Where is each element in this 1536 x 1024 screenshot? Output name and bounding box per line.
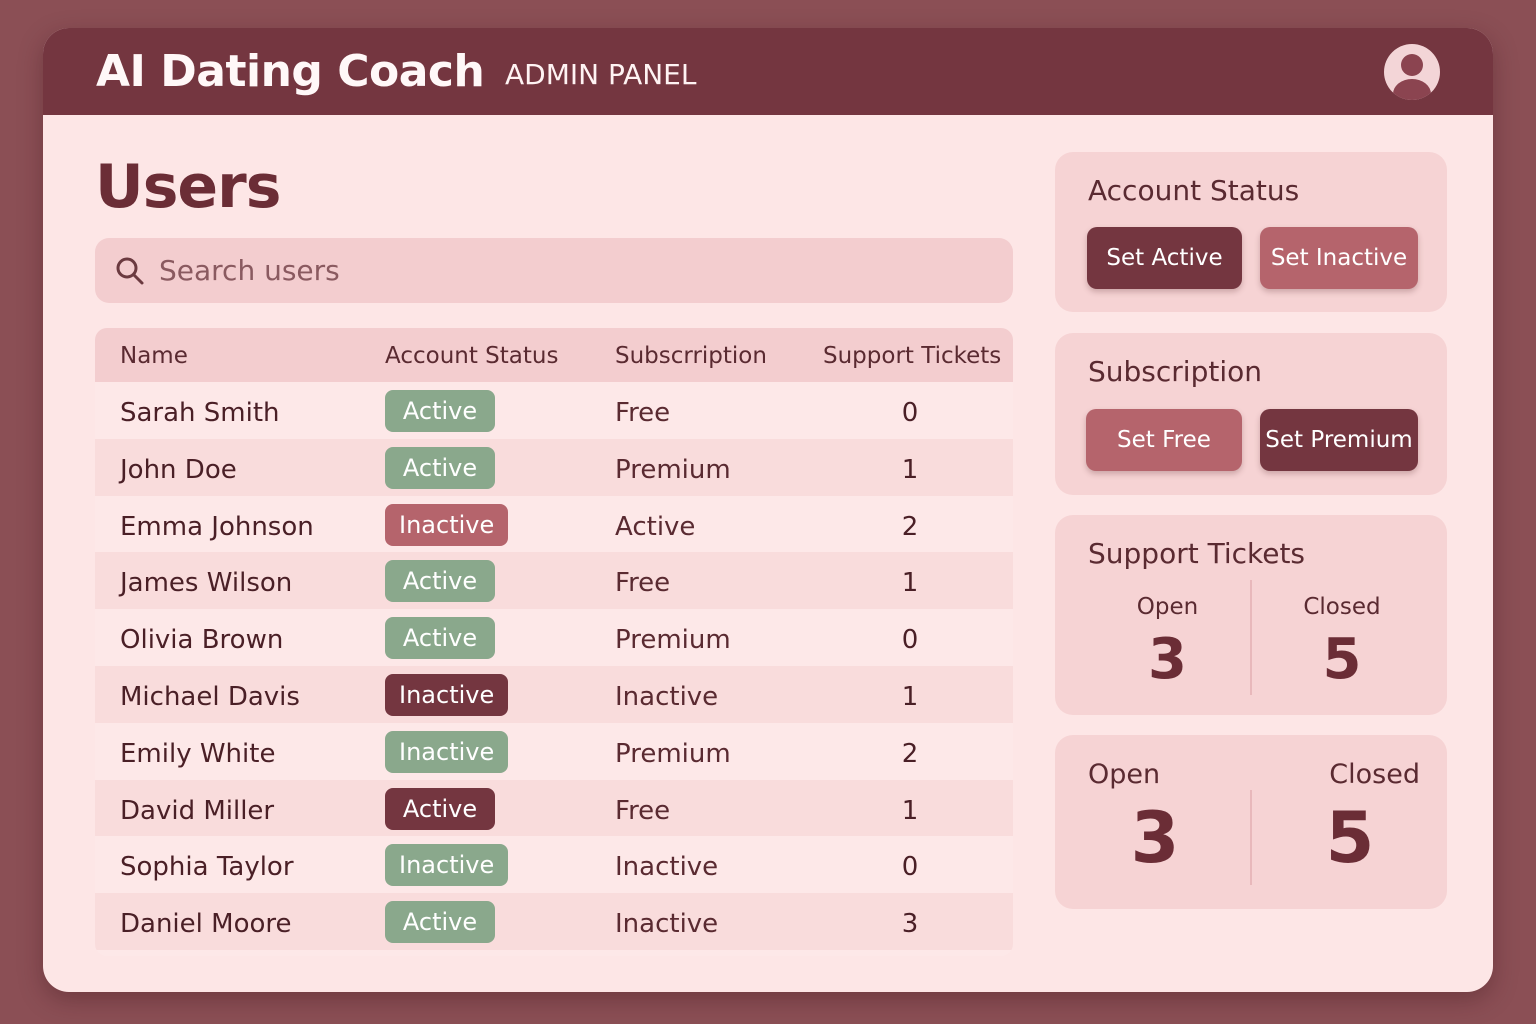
table-row[interactable]: John Doe Active Premium 1: [95, 438, 1013, 496]
search-icon: [116, 257, 144, 285]
summary-open-value: 3: [1130, 797, 1180, 879]
panel-label: ADMIN PANEL: [505, 58, 697, 91]
status-badge[interactable]: Inactive: [385, 730, 509, 773]
user-name: Emily White: [120, 738, 276, 769]
ticket-count: 1: [901, 454, 919, 485]
ticket-count: 1: [901, 681, 919, 712]
stat-divider: [1250, 580, 1252, 695]
set-active-button[interactable]: Set Active: [1087, 227, 1242, 289]
table-row[interactable]: Emma Johnson Inactive Active 2: [95, 495, 1013, 553]
table-row[interactable]: Olivia Brown Active Premium 0: [95, 609, 1013, 666]
table-row[interactable]: David Miller Active Free 1: [95, 779, 1013, 837]
user-name: Sarah Smith: [120, 398, 280, 428]
column-header-name[interactable]: Name: [120, 343, 188, 369]
subscription-value: Free: [615, 568, 671, 599]
set-inactive-button[interactable]: Set Inactive: [1260, 227, 1418, 289]
table-row[interactable]: Sophia Taylor Inactive Inactive 0: [95, 836, 1013, 894]
subscription-value: Premium: [615, 738, 731, 769]
summary-open-label: Open: [1088, 759, 1161, 790]
top-bar: AI Dating Coach ADMIN PANEL: [43, 28, 1493, 115]
ticket-count: 1: [901, 795, 919, 826]
status-badge[interactable]: Active: [385, 390, 495, 432]
status-badge[interactable]: Active: [385, 560, 495, 603]
subscription-value: Inactive: [615, 909, 719, 940]
table-body: Sarah Smith Active Free 0 John Doe Active Prem…: [95, 382, 1013, 950]
avatar-body: [1393, 79, 1431, 100]
page-title: Users: [95, 152, 281, 222]
table-row[interactable]: Daniel Moore Active Inactive 3: [95, 893, 1013, 950]
summary-divider: [1250, 790, 1252, 885]
status-badge[interactable]: Inactive: [385, 503, 509, 546]
subscription-title: Subscription: [1088, 355, 1262, 388]
subscription-value: Premium: [615, 454, 731, 485]
subscription-value: Free: [615, 795, 671, 826]
set-premium-button[interactable]: Set Premium: [1260, 409, 1418, 471]
subscription-value: Free: [615, 398, 671, 428]
status-badge[interactable]: Inactive: [385, 673, 509, 716]
user-name: David Miller: [120, 795, 275, 826]
ticket-count: 2: [901, 511, 919, 542]
support-tickets-title: Support Tickets: [1088, 537, 1306, 570]
table-row[interactable]: Emily White Inactive Premium 2: [95, 722, 1013, 780]
table-row[interactable]: Michael Davis Inactive Inactive 1: [95, 665, 1013, 723]
ticket-count: 0: [901, 852, 919, 883]
column-header-account-status[interactable]: Account Status: [385, 343, 558, 369]
ticket-count: 2: [901, 738, 919, 769]
closed-tickets-label: Closed: [1303, 594, 1381, 620]
table-row[interactable]: James Wilson Active Free 1: [95, 552, 1013, 610]
users-table: Name Account Status Subscrription Suppor…: [95, 328, 1013, 956]
subscription-value: Active: [615, 511, 696, 542]
subscription-value: Inactive: [615, 852, 719, 883]
status-badge[interactable]: Active: [385, 617, 495, 660]
search-bar[interactable]: [95, 238, 1013, 303]
table-row[interactable]: Sarah Smith Active Free 0: [95, 382, 1013, 439]
subscription-value: Inactive: [615, 681, 719, 712]
user-name: Olivia Brown: [120, 625, 284, 656]
support-tickets-card: Support Tickets Open 3 Closed 5: [1055, 515, 1447, 715]
set-free-button[interactable]: Set Free: [1086, 409, 1242, 471]
user-name: Sophia Taylor: [120, 852, 294, 883]
user-avatar-icon[interactable]: [1384, 44, 1440, 100]
app-title: AI Dating Coach: [96, 46, 485, 97]
summary-closed-label: Closed: [1329, 759, 1420, 790]
ticket-count: 0: [901, 398, 919, 428]
summary-closed-value: 5: [1325, 797, 1375, 879]
open-tickets-value: 3: [1148, 627, 1187, 692]
column-header-support-tickets[interactable]: Support Tickets: [823, 343, 1001, 369]
ticket-count: 1: [901, 568, 919, 599]
table-header: Name Account Status Subscrription Suppor…: [95, 328, 1013, 382]
subscription-value: Premium: [615, 625, 731, 656]
column-header-subscription[interactable]: Subscrription: [615, 343, 767, 369]
ticket-summary-card: Open 3 Closed 5: [1055, 735, 1447, 909]
user-name: James Wilson: [120, 568, 293, 599]
user-name: John Doe: [120, 454, 237, 485]
subscription-card: Subscription Set Free Set Premium: [1055, 333, 1447, 495]
account-status-card: Account Status Set Active Set Inactive: [1055, 152, 1447, 312]
closed-tickets-value: 5: [1322, 627, 1362, 692]
status-badge[interactable]: Active: [385, 787, 495, 830]
status-badge[interactable]: Active: [385, 446, 495, 489]
user-name: Michael Davis: [120, 681, 300, 712]
avatar-head: [1401, 54, 1423, 76]
open-tickets-label: Open: [1136, 594, 1199, 620]
user-name: Daniel Moore: [120, 909, 292, 940]
ticket-count: 0: [901, 625, 919, 656]
user-name: Emma Johnson: [120, 511, 314, 542]
account-status-title: Account Status: [1088, 174, 1300, 207]
status-badge[interactable]: Active: [385, 901, 495, 944]
ticket-count: 3: [901, 909, 919, 940]
search-input[interactable]: [159, 248, 979, 292]
status-badge[interactable]: Inactive: [385, 844, 509, 887]
admin-window: AI Dating Coach ADMIN PANEL Users Name A…: [43, 28, 1493, 992]
